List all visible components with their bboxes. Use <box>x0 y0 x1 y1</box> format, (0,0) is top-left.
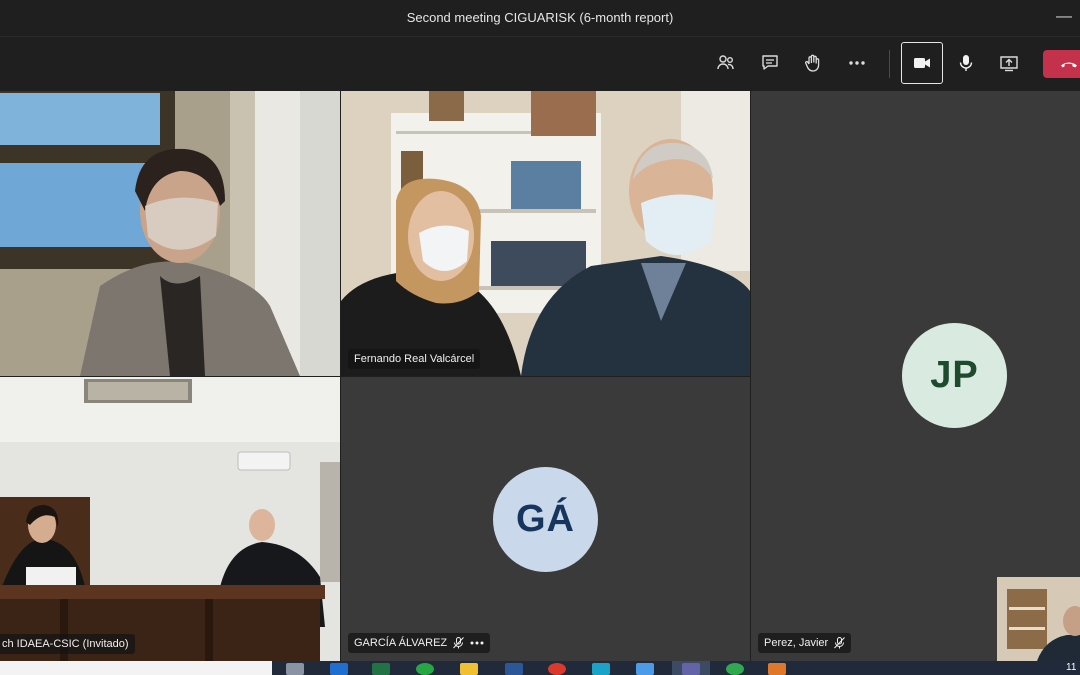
video-feed <box>0 91 340 376</box>
photos-icon[interactable] <box>636 663 654 675</box>
video-tile-idaea[interactable]: ch IDAEA-CSIC (Invitado) <box>0 377 340 661</box>
mic-muted-icon <box>453 637 464 649</box>
app-icon[interactable] <box>768 663 786 675</box>
chat-icon <box>762 55 778 70</box>
file-explorer-icon[interactable] <box>460 663 478 675</box>
participant-name: Fernando Real Valcárcel <box>354 353 475 365</box>
microphone-toggle-button[interactable] <box>946 43 986 83</box>
share-screen-icon <box>1000 56 1018 72</box>
more-options-icon[interactable] <box>470 641 484 645</box>
toolbar-divider <box>889 50 890 78</box>
more-actions-button[interactable] <box>837 43 877 83</box>
participant-nameplate: Perez, Javier <box>758 633 852 653</box>
word-icon[interactable] <box>505 663 523 675</box>
share-content-button[interactable] <box>989 43 1029 83</box>
leave-call-button[interactable] <box>1043 50 1080 78</box>
avatar-initials: JP <box>930 354 979 396</box>
participant-avatar: JP <box>902 323 1007 428</box>
camera-icon <box>914 58 930 68</box>
self-view-preview[interactable] <box>997 577 1080 661</box>
excel-icon[interactable] <box>372 663 390 675</box>
show-conversation-button[interactable] <box>750 43 790 83</box>
whatsapp-icon[interactable] <box>416 663 434 675</box>
avatar-initials: GÁ <box>516 498 575 540</box>
edge-browser-icon[interactable] <box>330 663 348 675</box>
participant-name: ch IDAEA-CSIC (Invitado) <box>2 638 129 650</box>
camera-toggle-button[interactable] <box>901 42 943 84</box>
video-tile-perez[interactable]: JP Perez, Javier <box>751 91 1080 661</box>
teams-icon[interactable] <box>682 663 700 675</box>
meeting-toolbar <box>0 37 1080 91</box>
show-participants-button[interactable] <box>706 43 746 83</box>
mic-muted-icon <box>834 637 846 649</box>
taskbar-search-box[interactable] <box>0 661 272 675</box>
more-options-icon <box>849 61 865 65</box>
windows-taskbar: 11 <box>0 661 1080 675</box>
video-feed <box>341 91 750 376</box>
video-feed <box>0 377 340 661</box>
people-icon <box>717 55 734 70</box>
microphone-icon <box>959 55 973 71</box>
raise-hand-button[interactable] <box>793 43 833 83</box>
task-view-icon[interactable] <box>286 663 304 675</box>
participant-nameplate: GARCÍA ÁLVAREZ <box>348 633 491 653</box>
minimize-button[interactable]: — <box>1056 0 1072 36</box>
taskbar-active-app[interactable] <box>672 661 710 675</box>
participant-name: GARCÍA ÁLVAREZ <box>354 637 448 649</box>
window-title: Second meeting CIGUARISK (6-month report… <box>406 10 674 25</box>
participant-avatar: GÁ <box>493 467 598 572</box>
participant-nameplate: Fernando Real Valcárcel <box>348 349 481 369</box>
video-tile-garcia[interactable]: GÁ GARCÍA ÁLVAREZ <box>341 377 750 661</box>
chrome-icon[interactable] <box>548 663 566 675</box>
store-icon[interactable] <box>592 663 610 675</box>
video-tile-fernando[interactable]: Fernando Real Valcárcel <box>341 91 750 376</box>
self-view-feed <box>997 577 1080 661</box>
browser-icon[interactable] <box>726 663 744 675</box>
raise-hand-icon <box>805 54 820 72</box>
participant-name: Perez, Javier <box>764 637 829 649</box>
participant-nameplate: ch IDAEA-CSIC (Invitado) <box>0 634 135 654</box>
taskbar-clock[interactable]: 11 <box>1066 662 1076 674</box>
video-tile-participant-1[interactable] <box>0 91 340 376</box>
title-bar: Second meeting CIGUARISK (6-month report… <box>0 0 1080 37</box>
teams-meeting-window: Second meeting CIGUARISK (6-month report… <box>0 0 1080 675</box>
hang-up-icon <box>1061 62 1077 68</box>
